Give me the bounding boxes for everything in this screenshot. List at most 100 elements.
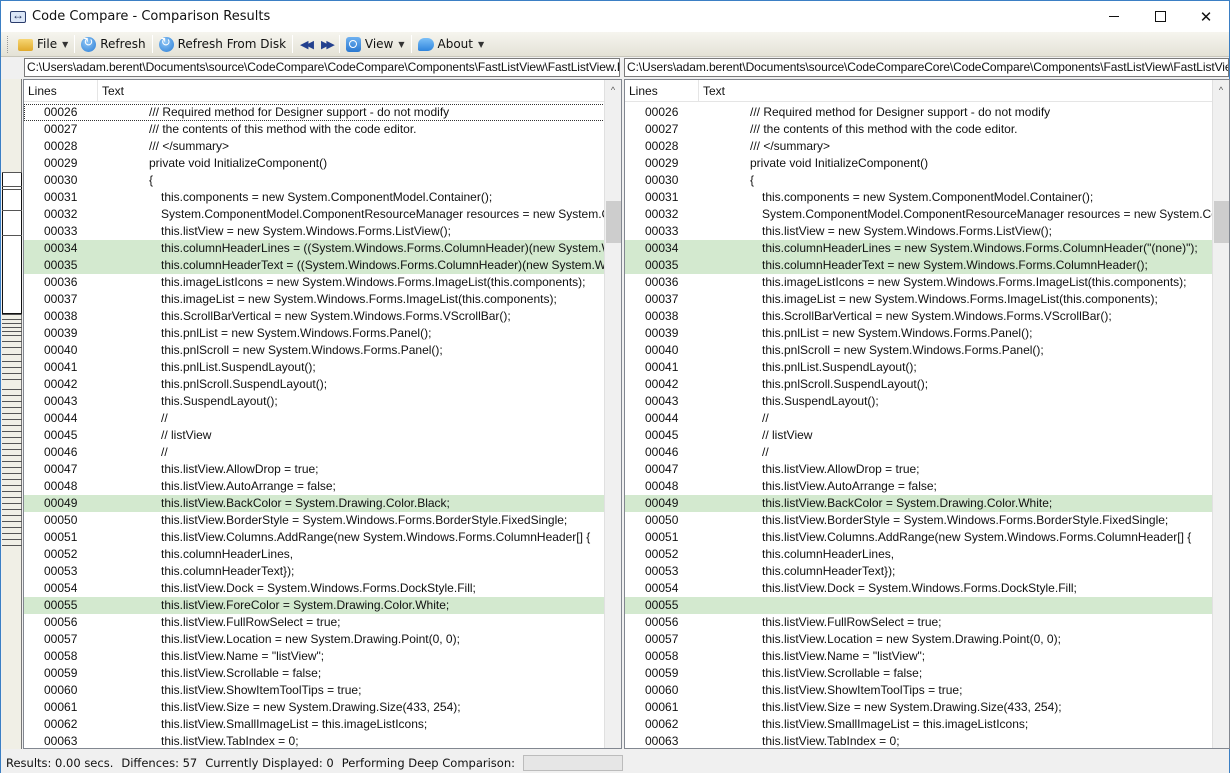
overview-difference-marker[interactable] bbox=[2, 467, 22, 468]
code-row[interactable]: 00054 this.listView.Dock = System.Windows… bbox=[625, 580, 1229, 597]
overview-difference-marker[interactable] bbox=[2, 539, 22, 540]
scroll-thumb[interactable] bbox=[1214, 201, 1229, 243]
overview-difference-marker[interactable] bbox=[2, 186, 22, 187]
code-row[interactable]: 00058 this.listView.Name = "listView"; bbox=[24, 648, 621, 665]
overview-difference-marker[interactable] bbox=[2, 189, 22, 190]
text-column-header[interactable]: Text bbox=[98, 80, 621, 101]
overview-difference-marker[interactable] bbox=[2, 395, 22, 396]
about-menu-button[interactable]: About ▼ bbox=[414, 34, 489, 55]
overview-difference-marker[interactable] bbox=[2, 331, 22, 332]
code-row[interactable]: 00028 /// </summary> bbox=[625, 138, 1229, 155]
overview-difference-marker[interactable] bbox=[2, 319, 22, 320]
overview-difference-marker[interactable] bbox=[2, 545, 22, 546]
overview-difference-marker[interactable] bbox=[2, 431, 22, 432]
code-row[interactable]: 00030 { bbox=[24, 172, 621, 189]
overview-difference-marker[interactable] bbox=[2, 335, 22, 336]
overview-difference-marker[interactable] bbox=[2, 509, 22, 510]
code-row[interactable]: 00059 this.listView.Scrollable = false; bbox=[625, 665, 1229, 682]
code-row[interactable]: 00061 this.listView.Size = new System.Dra… bbox=[24, 699, 621, 716]
code-row[interactable]: 00032 System.ComponentModel.ComponentReso… bbox=[625, 206, 1229, 223]
scroll-up-icon[interactable]: ^ bbox=[605, 80, 621, 97]
code-row[interactable]: 00063 this.listView.TabIndex = 0; bbox=[625, 733, 1229, 748]
previous-difference-button[interactable]: ◀◀ bbox=[295, 34, 316, 55]
toolbar-grip[interactable] bbox=[7, 35, 10, 53]
code-row[interactable]: 00053 this.columnHeaderText}); bbox=[24, 563, 621, 580]
code-row[interactable]: 00048 this.listView.AutoArrange = false; bbox=[24, 478, 621, 495]
code-row[interactable]: 00038 this.ScrollBarVertical = new System… bbox=[625, 308, 1229, 325]
code-row[interactable]: 00058 this.listView.Name = "listView"; bbox=[625, 648, 1229, 665]
code-row[interactable]: 00060 this.listView.ShowItemToolTips = tr… bbox=[625, 682, 1229, 699]
code-row[interactable]: 00027 /// the contents of this method wit… bbox=[24, 121, 621, 138]
left-file-path-field[interactable]: C:\Users\adam.berent\Documents\source\Co… bbox=[24, 58, 620, 77]
overview-difference-marker[interactable] bbox=[2, 449, 22, 450]
code-row[interactable]: 00045 // listView bbox=[625, 427, 1229, 444]
diff-row[interactable]: 00055 this.listView.ForeColor = System.Dr… bbox=[24, 597, 621, 614]
overview-difference-marker[interactable] bbox=[2, 401, 22, 402]
scroll-up-icon[interactable]: ^ bbox=[1213, 80, 1229, 97]
overview-difference-marker[interactable] bbox=[2, 172, 22, 173]
next-difference-button[interactable]: ▶▶ bbox=[316, 34, 337, 55]
overview-difference-marker[interactable] bbox=[2, 367, 22, 368]
left-vertical-scrollbar[interactable]: ^ bbox=[604, 80, 621, 748]
code-row[interactable]: 00036 this.imageListIcons = new System.Wi… bbox=[625, 274, 1229, 291]
code-row[interactable]: 00060 this.listView.ShowItemToolTips = tr… bbox=[24, 682, 621, 699]
code-row[interactable]: 00062 this.listView.SmallImageList = this… bbox=[625, 716, 1229, 733]
overview-difference-marker[interactable] bbox=[2, 210, 22, 211]
overview-difference-marker[interactable] bbox=[2, 485, 22, 486]
code-row[interactable]: 00029 private void InitializeComponent() bbox=[625, 155, 1229, 172]
overview-difference-marker[interactable] bbox=[2, 443, 22, 444]
diff-row[interactable]: 00034 this.columnHeaderLines = ((System.W… bbox=[24, 240, 621, 257]
code-row[interactable]: 00054 this.listView.Dock = System.Windows… bbox=[24, 580, 621, 597]
overview-difference-marker[interactable] bbox=[2, 413, 22, 414]
code-row[interactable]: 00036 this.imageListIcons = new System.Wi… bbox=[24, 274, 621, 291]
view-menu-button[interactable]: View ▼ bbox=[342, 34, 409, 55]
overview-difference-marker[interactable] bbox=[2, 314, 22, 315]
maximize-button[interactable] bbox=[1137, 1, 1183, 32]
code-row[interactable]: 00043 this.SuspendLayout(); bbox=[24, 393, 621, 410]
code-row[interactable]: 00043 this.SuspendLayout(); bbox=[625, 393, 1229, 410]
code-row[interactable]: 00040 this.pnlScroll = new System.Windows… bbox=[625, 342, 1229, 359]
refresh-from-disk-button[interactable]: Refresh From Disk bbox=[155, 34, 290, 55]
code-row[interactable]: 00046 // bbox=[24, 444, 621, 461]
overview-difference-marker[interactable] bbox=[2, 515, 22, 516]
overview-difference-marker[interactable] bbox=[2, 503, 22, 504]
code-row[interactable]: 00031 this.components = new System.Compon… bbox=[24, 189, 621, 206]
overview-difference-marker[interactable] bbox=[2, 407, 22, 408]
overview-difference-marker[interactable] bbox=[2, 379, 22, 380]
overview-difference-marker[interactable] bbox=[2, 419, 22, 420]
diff-row[interactable]: 00049 this.listView.BackColor = System.Dr… bbox=[24, 495, 621, 512]
code-row[interactable]: 00044 // bbox=[24, 410, 621, 427]
code-row[interactable]: 00039 this.pnlList = new System.Windows.F… bbox=[24, 325, 621, 342]
code-row[interactable]: 00052 this.columnHeaderLines, bbox=[24, 546, 621, 563]
code-row[interactable]: 00045 // listView bbox=[24, 427, 621, 444]
overview-difference-marker[interactable] bbox=[2, 479, 22, 480]
overview-difference-marker[interactable] bbox=[2, 533, 22, 534]
code-row[interactable]: 00026 /// Required method for Designer su… bbox=[625, 104, 1229, 121]
code-row[interactable]: 00042 this.pnlScroll.SuspendLayout(); bbox=[625, 376, 1229, 393]
code-row[interactable]: 00061 this.listView.Size = new System.Dra… bbox=[625, 699, 1229, 716]
code-row[interactable]: 00059 this.listView.Scrollable = false; bbox=[24, 665, 621, 682]
code-row[interactable]: 00050 this.listView.BorderStyle = System.… bbox=[625, 512, 1229, 529]
diff-row[interactable]: 00049 this.listView.BackColor = System.Dr… bbox=[625, 495, 1229, 512]
lines-column-header[interactable]: Lines bbox=[625, 80, 699, 101]
code-row[interactable]: 00056 this.listView.FullRowSelect = true; bbox=[625, 614, 1229, 631]
overview-difference-marker[interactable] bbox=[2, 455, 22, 456]
code-row[interactable]: 00031 this.components = new System.Compon… bbox=[625, 189, 1229, 206]
difference-overview-bar[interactable] bbox=[2, 79, 22, 749]
code-row[interactable]: 00057 this.listView.Location = new System… bbox=[625, 631, 1229, 648]
code-row[interactable]: 00029 private void InitializeComponent() bbox=[24, 155, 621, 172]
overview-difference-marker[interactable] bbox=[2, 527, 22, 528]
code-row[interactable]: 00037 this.imageList = new System.Windows… bbox=[625, 291, 1229, 308]
code-row[interactable]: 00030 { bbox=[625, 172, 1229, 189]
diff-row[interactable]: 00035 this.columnHeaderText = ((System.Wi… bbox=[24, 257, 621, 274]
overview-difference-marker[interactable] bbox=[2, 497, 22, 498]
code-row[interactable]: 00028 /// </summary> bbox=[24, 138, 621, 155]
right-vertical-scrollbar[interactable]: ^ bbox=[1212, 80, 1229, 748]
code-row[interactable]: 00033 this.listView = new System.Windows.… bbox=[24, 223, 621, 240]
code-row[interactable]: 00046 // bbox=[625, 444, 1229, 461]
refresh-button[interactable]: Refresh bbox=[77, 34, 149, 55]
overview-difference-marker[interactable] bbox=[2, 235, 22, 236]
overview-difference-marker[interactable] bbox=[2, 361, 22, 362]
overview-difference-marker[interactable] bbox=[2, 389, 22, 390]
code-row[interactable]: 00052 this.columnHeaderLines, bbox=[625, 546, 1229, 563]
